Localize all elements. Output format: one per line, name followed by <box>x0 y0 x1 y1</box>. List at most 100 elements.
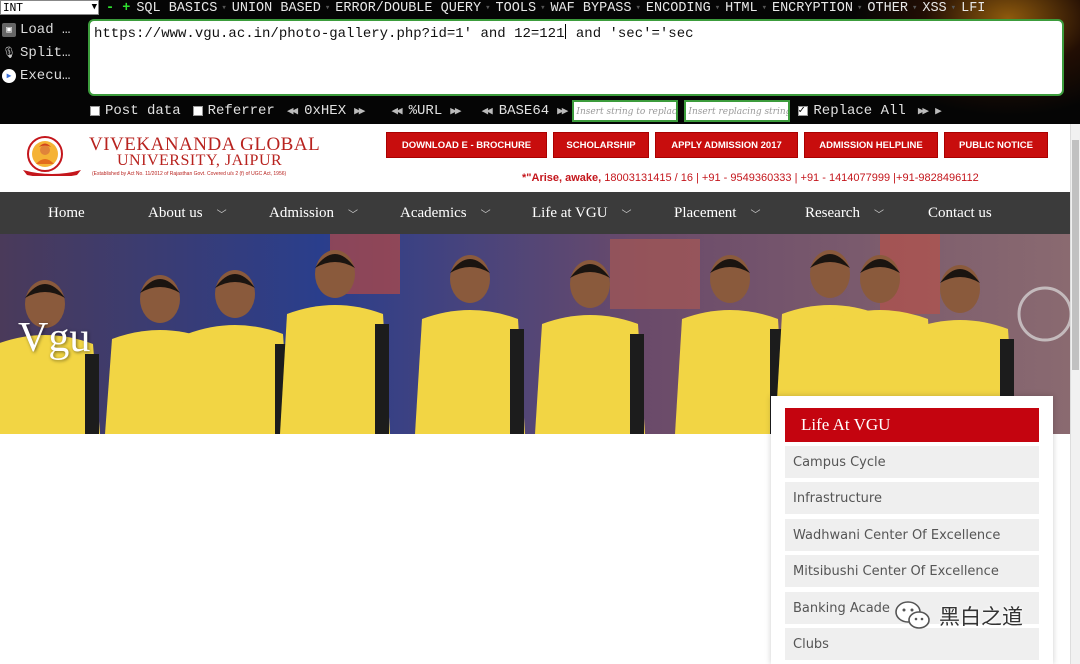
establishment-note: (Established by Act No. 11/2012 of Rajas… <box>92 171 287 177</box>
chevron-down-icon: ▾ <box>635 3 641 13</box>
split-icon: 🎙 <box>2 48 16 60</box>
hackbar-toolbar: INT ▼ - + SQL BASICS ▾ UNION BASED ▾ ERROR… <box>0 0 1080 124</box>
nav-contact-us[interactable]: Contact us <box>928 192 992 234</box>
url-text-before-caret: https://www.vgu.ac.in/photo-gallery.php?… <box>94 26 565 42</box>
hex-label[interactable]: 0xHEX <box>304 103 346 119</box>
chevron-down-icon: ▾ <box>540 3 546 13</box>
nav-admission[interactable]: Admission ﹀ <box>269 192 358 234</box>
tagline-quote: *"Arise, awake, <box>522 172 605 184</box>
university-name-line2: UNIVERSITY, JAIPUR <box>117 152 283 169</box>
nav-contact-label: Contact us <box>928 204 992 221</box>
chevron-down-icon: ▾ <box>485 3 491 13</box>
sidebar-item-mitsibushi[interactable]: Mitsibushi Center Of Excellence <box>785 555 1039 587</box>
scholarship-button[interactable]: SCHOLARSHIP <box>553 132 649 158</box>
nav-research[interactable]: Research ﹀ <box>805 192 884 234</box>
admission-helpline-button[interactable]: ADMISSION HELPLINE <box>804 132 938 158</box>
nav-academics-label: Academics <box>400 204 467 221</box>
url-text-after-caret: and 'sec'='sec <box>567 26 694 42</box>
menu-html[interactable]: HTML <box>725 1 757 16</box>
university-logo[interactable] <box>19 134 85 176</box>
menu-sql-basics[interactable]: SQL BASICS <box>136 1 217 16</box>
right-arrows-icon[interactable]: ▶▶ <box>557 104 568 118</box>
url-textarea[interactable]: https://www.vgu.ac.in/photo-gallery.php?… <box>88 19 1064 96</box>
menu-encryption[interactable]: ENCRYPTION <box>772 1 853 16</box>
menu-xss[interactable]: XSS <box>922 1 946 16</box>
dropdown-arrow-icon: ▼ <box>91 2 97 12</box>
execute-label: Execu… <box>20 68 71 84</box>
chevron-down-icon: ▾ <box>950 3 957 13</box>
url-encode-label[interactable]: %URL <box>409 103 443 119</box>
referrer-checkbox[interactable] <box>192 106 203 116</box>
nav-academics[interactable]: Academics ﹀ <box>400 192 491 234</box>
left-arrows-icon[interactable]: ◀◀ <box>391 104 402 118</box>
chevron-down-icon: ▾ <box>714 3 721 13</box>
nav-placement-label: Placement <box>674 204 737 221</box>
left-arrows-icon[interactable]: ◀◀ <box>481 104 492 118</box>
chevron-down-icon: ﹀ <box>621 209 632 221</box>
nav-life-at-vgu[interactable]: Life at VGU ﹀ <box>532 192 632 234</box>
execute-icon: ▶ <box>2 69 16 83</box>
wechat-icon <box>895 601 930 629</box>
split-url-label: Split… <box>20 45 71 61</box>
nav-about-label: About us <box>148 204 203 221</box>
injection-type-select[interactable]: INT ▼ <box>0 0 99 15</box>
menu-union-based[interactable]: UNION BASED <box>232 1 321 16</box>
site-header: VIVEKANANDA GLOBAL UNIVERSITY, JAIPUR (E… <box>0 124 1070 192</box>
right-arrows-icon[interactable]: ▶▶ <box>354 104 365 118</box>
chevron-down-icon: ﹀ <box>216 209 227 221</box>
chevron-down-icon: ﹀ <box>750 209 761 221</box>
chevron-down-icon: ▾ <box>221 3 227 13</box>
chevron-down-icon: ▾ <box>857 3 863 13</box>
menu-lfi[interactable]: LFI <box>961 1 985 16</box>
post-data-checkbox[interactable] <box>90 106 100 116</box>
nav-placement[interactable]: Placement ﹀ <box>674 192 760 234</box>
main-navigation: Home About us ﹀ Admission ﹀ Academics ﹀ Lif… <box>0 192 1070 234</box>
hackbar-options-row: Post data Referrer ◀◀ 0xHEX ▶▶ ◀◀ %URL ▶… <box>90 100 948 122</box>
sidebar-item-infrastructure[interactable]: Infrastructure <box>785 482 1039 514</box>
nav-research-label: Research <box>805 204 860 221</box>
load-url-button[interactable]: ▣ Load … <box>2 20 86 40</box>
chevron-down-icon: ▾ <box>761 3 767 13</box>
nav-home[interactable]: Home <box>48 192 85 234</box>
replace-all-label: Replace All <box>813 103 906 119</box>
hero-title: Vgu <box>18 315 91 361</box>
sidebar-item-campus-cycle[interactable]: Campus Cycle <box>785 446 1039 478</box>
sidebar-item-wadhwani[interactable]: Wadhwani Center Of Excellence <box>785 519 1039 551</box>
download-brochure-button[interactable]: DOWNLOAD E - BROCHURE <box>386 132 547 158</box>
menu-error-double-query[interactable]: ERROR/DOUBLE QUERY <box>335 1 481 16</box>
nav-about-us[interactable]: About us ﹀ <box>148 192 227 234</box>
page-scrollbar[interactable] <box>1070 124 1080 664</box>
public-notice-button[interactable]: PUBLIC NOTICE <box>944 132 1048 158</box>
hackbar-menu: - + SQL BASICS ▾ UNION BASED ▾ ERROR/DOUBL… <box>106 0 989 16</box>
post-data-label: Post data <box>105 103 181 119</box>
right-arrows-icon[interactable]: ▶▶ <box>450 104 461 118</box>
apply-admission-button[interactable]: APPLY ADMISSION 2017 <box>655 132 798 158</box>
nav-admission-label: Admission <box>269 204 335 221</box>
watermark-text: 黑白之道 <box>939 605 1023 629</box>
chevron-down-icon: ﹀ <box>348 209 359 221</box>
right-arrow-icon[interactable]: ▶ <box>935 104 941 118</box>
wechat-watermark: 黑白之道 <box>893 596 1045 636</box>
split-url-button[interactable]: 🎙 Split… <box>2 43 86 63</box>
left-arrows-icon[interactable]: ◀◀ <box>287 104 298 118</box>
base64-label[interactable]: BASE64 <box>499 103 549 119</box>
referrer-label: Referrer <box>207 103 275 119</box>
menu-tools[interactable]: TOOLS <box>496 1 537 16</box>
right-arrows-icon[interactable]: ▶▶ <box>918 104 929 118</box>
sidebar-title: Life At VGU <box>785 408 1039 442</box>
load-icon: ▣ <box>2 23 16 37</box>
chevron-down-icon: ﹀ <box>873 209 884 221</box>
execute-button[interactable]: ▶ Execu… <box>2 66 86 86</box>
nav-home-label: Home <box>48 204 85 221</box>
contact-strip: *"Arise, awake, 18003131415 / 16 | +91 -… <box>522 172 979 184</box>
minus-plus-toggle[interactable]: - + <box>106 1 130 16</box>
replace-all-checkbox[interactable] <box>798 103 809 117</box>
replace-string-input[interactable]: Insert replacing string <box>684 100 791 122</box>
menu-encoding[interactable]: ENCODING <box>646 1 711 16</box>
search-string-input[interactable]: Insert string to replace <box>572 100 679 122</box>
phone-numbers: 18003131415 / 16 | +91 - 9549360333 | +9… <box>604 172 979 184</box>
injection-type-value: INT <box>3 1 23 14</box>
menu-other[interactable]: OTHER <box>867 1 908 16</box>
scrollbar-thumb[interactable] <box>1072 140 1079 370</box>
menu-waf-bypass[interactable]: WAF BYPASS <box>550 1 631 16</box>
